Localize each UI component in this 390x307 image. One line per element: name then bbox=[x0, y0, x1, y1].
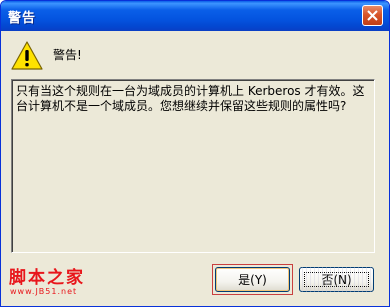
focus-indicator bbox=[304, 272, 369, 287]
message-box: 只有当这个规则在一台为域成员的计算机上 Kerberos 才有效。这台计算机不是… bbox=[11, 79, 375, 253]
watermark-site-url: www.JB51.net bbox=[10, 287, 78, 296]
window-title: 警告 bbox=[8, 11, 37, 26]
warning-label: 警告! bbox=[53, 48, 82, 62]
yes-button[interactable]: 是(Y) bbox=[215, 267, 290, 292]
close-icon bbox=[367, 10, 378, 21]
warning-dialog: 警告 警告! 只有当这个规则在一台为域成员的计算机上 Kerberos 才有效。… bbox=[0, 0, 390, 307]
no-button[interactable]: 否(N) bbox=[299, 267, 374, 292]
warning-icon bbox=[11, 41, 43, 71]
yes-button-label: 是(Y) bbox=[238, 273, 267, 287]
close-button[interactable] bbox=[362, 5, 383, 26]
watermark-site-name: 脚本之家 bbox=[9, 268, 85, 288]
message-text: 只有当这个规则在一台为域成员的计算机上 Kerberos 才有效。这台计算机不是… bbox=[16, 84, 365, 113]
title-bar[interactable]: 警告 bbox=[1, 1, 389, 31]
